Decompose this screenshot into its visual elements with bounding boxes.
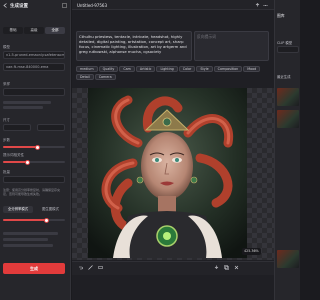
steps-slider-fill xyxy=(3,146,38,148)
left-settings-panel: 生成设置 基础 高级 全部 模型 v1-5-pruned-emaonly.saf… xyxy=(0,0,71,300)
placeholder-line xyxy=(3,238,48,241)
history-thumbnail[interactable] xyxy=(277,110,299,128)
history-thumbnail[interactable] xyxy=(277,88,299,106)
right-gallery-panel: 图库 CLIP 模型 最近生成 xyxy=(274,0,300,300)
prompt-chip[interactable]: Composition xyxy=(213,66,243,72)
back-icon[interactable] xyxy=(3,3,8,8)
tab-advanced[interactable]: 高级 xyxy=(24,27,44,34)
sampler-select[interactable] xyxy=(3,88,65,96)
img2img-mode-button[interactable]: 图生图模式 xyxy=(36,206,65,213)
brush-icon[interactable] xyxy=(88,265,93,270)
more-icon[interactable] xyxy=(263,3,268,8)
height-input[interactable] xyxy=(37,124,65,131)
model-select[interactable]: v1-5-pruned-emaonly.safetensors xyxy=(3,51,65,59)
size-label: 尺寸 xyxy=(3,118,10,122)
width-input[interactable] xyxy=(3,124,31,131)
vae-select[interactable]: vae-ft-mse-840000-ema xyxy=(3,63,65,71)
clip-label: CLIP 模型 xyxy=(277,41,293,45)
prompt-chip[interactable]: Detail xyxy=(76,74,94,80)
sampler-label: 采样 xyxy=(3,82,10,86)
prompt-chip[interactable]: Quality xyxy=(98,66,119,72)
document-title: Untitled-97563 xyxy=(77,3,107,8)
copy-icon[interactable] xyxy=(224,265,229,270)
placeholder-line xyxy=(3,244,53,247)
prompt-chip[interactable]: Artistic xyxy=(135,66,156,72)
generate-button-label: 生成 xyxy=(30,266,38,271)
export-icon[interactable] xyxy=(255,3,260,8)
cfg-label: 提示词相关性 xyxy=(3,153,24,157)
denoise-slider-fill xyxy=(3,219,47,221)
model-select-value: v1-5-pruned-emaonly.safetensors xyxy=(6,53,64,57)
collapse-icon[interactable] xyxy=(62,3,67,8)
batch-label: 批量 xyxy=(3,170,10,174)
generated-image[interactable] xyxy=(88,88,247,258)
placeholder-line xyxy=(3,232,58,235)
hint-text: 注意：使用高分辨率修复时，请确保显存充足，否则可能导致生成失败。 xyxy=(3,188,61,196)
prompt-chip[interactable]: Lighting xyxy=(156,66,178,72)
prompt-chip[interactable]: Mood xyxy=(243,66,261,72)
panel-title: 生成设置 xyxy=(10,4,28,9)
generate-button[interactable]: 生成 xyxy=(3,263,65,274)
batch-input[interactable] xyxy=(3,176,65,183)
tab-basic[interactable]: 基础 xyxy=(3,27,23,34)
denoise-slider-knob[interactable] xyxy=(43,217,49,223)
tab-all[interactable]: 全部 xyxy=(45,27,65,34)
full-mode-button[interactable]: 全分辨率模式 xyxy=(3,206,33,213)
placeholder-line xyxy=(3,101,51,104)
prompt-chip[interactable]: Style xyxy=(196,66,213,72)
model-label: 模型 xyxy=(3,45,10,49)
clip-select[interactable] xyxy=(277,46,299,53)
prompt-chip[interactable]: Camera xyxy=(94,74,116,80)
main-canvas-area: Untitled-97563 Cthulhu priestess, tentac… xyxy=(72,0,274,300)
prompt-chip[interactable]: Color xyxy=(178,66,196,72)
eraser-icon[interactable] xyxy=(98,265,103,270)
zoom-indicator[interactable]: 425.36% xyxy=(242,248,261,255)
prompt-chip[interactable]: Cam xyxy=(119,66,135,72)
placeholder-line xyxy=(3,106,43,109)
negative-prompt-textarea[interactable]: 反向提示词 xyxy=(194,31,269,61)
cfg-slider-fill xyxy=(3,161,28,163)
download-icon[interactable] xyxy=(214,265,219,270)
undo-icon[interactable] xyxy=(78,265,83,270)
steps-slider-knob[interactable] xyxy=(34,144,40,150)
prompt-chip[interactable]: medium xyxy=(76,66,98,72)
cfg-slider-knob[interactable] xyxy=(25,159,31,165)
prompt-chip-bar: medium Quality Cam Artistic Lighting Color Sty… xyxy=(76,66,268,82)
delete-icon[interactable] xyxy=(234,265,239,270)
vae-select-value: vae-ft-mse-840000-ema xyxy=(6,65,49,69)
history-thumbnail[interactable] xyxy=(277,250,299,268)
steps-label: 步数 xyxy=(3,138,10,142)
history-label: 最近生成 xyxy=(277,75,291,79)
prompt-textarea[interactable]: Cthulhu priestess, tentacle, intricate, … xyxy=(76,31,192,61)
gallery-title: 图库 xyxy=(277,13,285,18)
